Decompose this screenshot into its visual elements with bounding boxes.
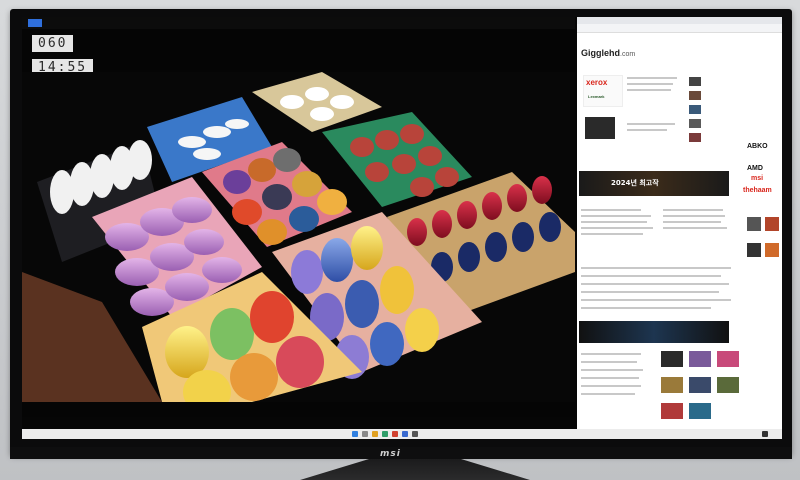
text-line (627, 77, 677, 79)
text-line (581, 283, 729, 285)
video-player[interactable]: 060 14:55 (22, 17, 575, 417)
product-thumb[interactable] (765, 243, 779, 257)
text-line (581, 361, 637, 363)
text-line (581, 393, 635, 395)
monitor-screen: 060 14:55 Gigglehd.com xerox Lexmark 202… (22, 17, 782, 439)
monitor-logo: msi (380, 449, 401, 459)
text-line (627, 123, 675, 125)
gallery-thumb[interactable] (661, 403, 683, 419)
gallery-thumb[interactable] (717, 377, 739, 393)
text-line (581, 291, 719, 293)
site-suffix: .com (620, 51, 636, 58)
browser-window[interactable]: Gigglehd.com xerox Lexmark 2024년 최고작 ABK… (577, 17, 782, 429)
text-line (627, 83, 673, 85)
text-line (581, 267, 731, 269)
promo-banner-text: 2024년 최고작 (611, 179, 659, 187)
app-icon[interactable] (382, 431, 388, 437)
text-line (581, 299, 731, 301)
news-thumb[interactable] (689, 91, 701, 100)
browser-address-bar[interactable] (577, 24, 782, 33)
gallery-thumb[interactable] (717, 351, 739, 367)
text-line (581, 233, 643, 235)
news-thumb[interactable] (689, 105, 701, 114)
abko-logo[interactable]: ABKO (747, 143, 768, 150)
text-line (581, 275, 721, 277)
gallery-thumb[interactable] (661, 377, 683, 393)
product-thumb[interactable] (747, 243, 761, 257)
lexmark-logo: Lexmark (588, 94, 605, 99)
product-photo-camera[interactable] (585, 117, 615, 139)
files-icon[interactable] (372, 431, 378, 437)
msi-logo[interactable]: msi (751, 175, 763, 182)
gallery-thumb[interactable] (661, 351, 683, 367)
text-line (581, 369, 643, 371)
fps-counter: 060 (32, 35, 74, 52)
news-thumb[interactable] (689, 133, 701, 142)
browser-tab-strip[interactable] (577, 17, 782, 24)
app-icon[interactable] (412, 431, 418, 437)
text-line (581, 353, 641, 355)
site-logo[interactable]: Gigglehd.com (581, 48, 635, 58)
gallery-thumb[interactable] (689, 377, 711, 393)
video-frame-bowls (22, 72, 575, 402)
app-icon[interactable] (392, 431, 398, 437)
monitor-chin (10, 447, 792, 459)
bottom-banner[interactable] (579, 321, 729, 343)
text-line (581, 385, 641, 387)
xerox-ad[interactable]: xerox Lexmark (583, 75, 623, 107)
product-thumb[interactable] (765, 217, 779, 231)
news-thumb[interactable] (689, 77, 701, 86)
text-line (627, 89, 671, 91)
thehaam-logo[interactable]: thehaam (743, 187, 772, 194)
text-line (663, 227, 727, 229)
news-thumb[interactable] (689, 119, 701, 128)
text-line (663, 215, 725, 217)
product-thumb[interactable] (747, 217, 761, 231)
search-icon[interactable] (362, 431, 368, 437)
text-line (581, 307, 711, 309)
site-name: Gigglehd (581, 48, 620, 58)
gallery-thumb[interactable] (689, 351, 711, 367)
player-badge-icon (28, 19, 42, 27)
text-line (581, 377, 639, 379)
text-line (581, 209, 641, 211)
browser-icon[interactable] (402, 431, 408, 437)
gallery-thumb[interactable] (689, 403, 711, 419)
text-line (581, 227, 653, 229)
text-line (581, 221, 647, 223)
video-titlebar (22, 17, 575, 29)
amd-logo[interactable]: AMD (747, 165, 763, 172)
text-line (627, 129, 667, 131)
xerox-logo: xerox (586, 78, 608, 87)
text-line (663, 209, 723, 211)
tray-icon[interactable] (762, 431, 768, 437)
start-icon[interactable] (352, 431, 358, 437)
text-line (581, 215, 651, 217)
text-line (663, 221, 721, 223)
